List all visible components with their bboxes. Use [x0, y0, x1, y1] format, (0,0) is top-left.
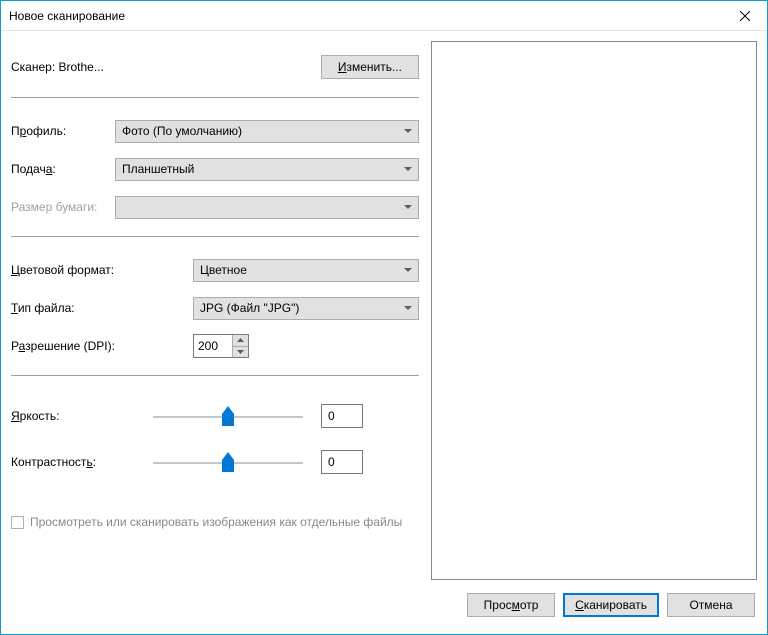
- settings-panel: Сканер: Brothe... ИИзменить...зменить...…: [11, 41, 419, 588]
- source-select[interactable]: Планшетный: [115, 158, 419, 181]
- preview-pane: [431, 41, 757, 580]
- separate-files-row: Просмотреть или сканировать изображения …: [11, 486, 419, 545]
- brightness-slider[interactable]: [153, 404, 303, 428]
- window-title: Новое сканирование: [9, 9, 722, 23]
- profile-select[interactable]: Фото (По умолчанию): [115, 120, 419, 143]
- paper-size-row: Размер бумаги:: [11, 188, 419, 226]
- color-format-label: Цветовой формат:: [11, 263, 193, 277]
- source-row: Подача: Планшетный: [11, 150, 419, 188]
- dialog-body: Сканер: Brothe... ИИзменить...зменить...…: [1, 31, 767, 588]
- preview-button[interactable]: Просмотр: [467, 593, 555, 617]
- paper-size-select: [115, 196, 419, 219]
- dialog-footer: Просмотр Сканировать Отмена: [1, 588, 767, 634]
- scanner-label: Сканер: Brothe...: [11, 60, 129, 74]
- resolution-row: Разрешение (DPI):: [11, 327, 419, 365]
- file-type-row: Тип файла: JPG (Файл "JPG"): [11, 289, 419, 327]
- slider-thumb[interactable]: [222, 406, 234, 426]
- file-type-label: Тип файла:: [11, 301, 193, 315]
- file-type-select[interactable]: JPG (Файл "JPG"): [193, 297, 419, 320]
- scan-button[interactable]: Сканировать: [563, 593, 659, 617]
- resolution-label: Разрешение (DPI):: [11, 339, 193, 353]
- slider-thumb[interactable]: [222, 452, 234, 472]
- adjustments-block: Яркость: 0 Контрастность:: [11, 376, 419, 486]
- separate-files-checkbox[interactable]: [11, 516, 24, 529]
- contrast-label: Контрастность:: [11, 455, 153, 469]
- spinner-up[interactable]: [233, 335, 248, 347]
- scanner-row: Сканер: Brothe... ИИзменить...зменить...: [11, 41, 419, 97]
- cancel-button[interactable]: Отмена: [667, 593, 755, 617]
- change-scanner-button[interactable]: ИИзменить...зменить...: [321, 55, 419, 79]
- contrast-value[interactable]: 0: [321, 450, 363, 474]
- brightness-value[interactable]: 0: [321, 404, 363, 428]
- source-label: Подача:: [11, 162, 115, 176]
- contrast-slider[interactable]: [153, 450, 303, 474]
- spinner-down[interactable]: [233, 347, 248, 358]
- scan-dialog: Новое сканирование Сканер: Brothe... ИИз…: [0, 0, 768, 635]
- titlebar: Новое сканирование: [1, 1, 767, 31]
- separate-files-label: Просмотреть или сканировать изображения …: [30, 514, 402, 531]
- contrast-row: Контрастность: 0: [11, 436, 419, 482]
- paper-size-label: Размер бумаги:: [11, 200, 115, 214]
- close-button[interactable]: [722, 1, 767, 30]
- source-block: Профиль: Фото (По умолчанию) Подача: Пла…: [11, 98, 419, 236]
- resolution-input[interactable]: [194, 335, 232, 357]
- resolution-spinner[interactable]: [193, 334, 249, 358]
- color-format-row: Цветовой формат: Цветное: [11, 251, 419, 289]
- brightness-label: Яркость:: [11, 409, 153, 423]
- profile-row: Профиль: Фото (По умолчанию): [11, 112, 419, 150]
- format-block: Цветовой формат: Цветное Тип файла: JPG …: [11, 237, 419, 375]
- brightness-row: Яркость: 0: [11, 390, 419, 436]
- color-format-select[interactable]: Цветное: [193, 259, 419, 282]
- close-icon: [740, 11, 750, 21]
- profile-label: Профиль:: [11, 124, 115, 138]
